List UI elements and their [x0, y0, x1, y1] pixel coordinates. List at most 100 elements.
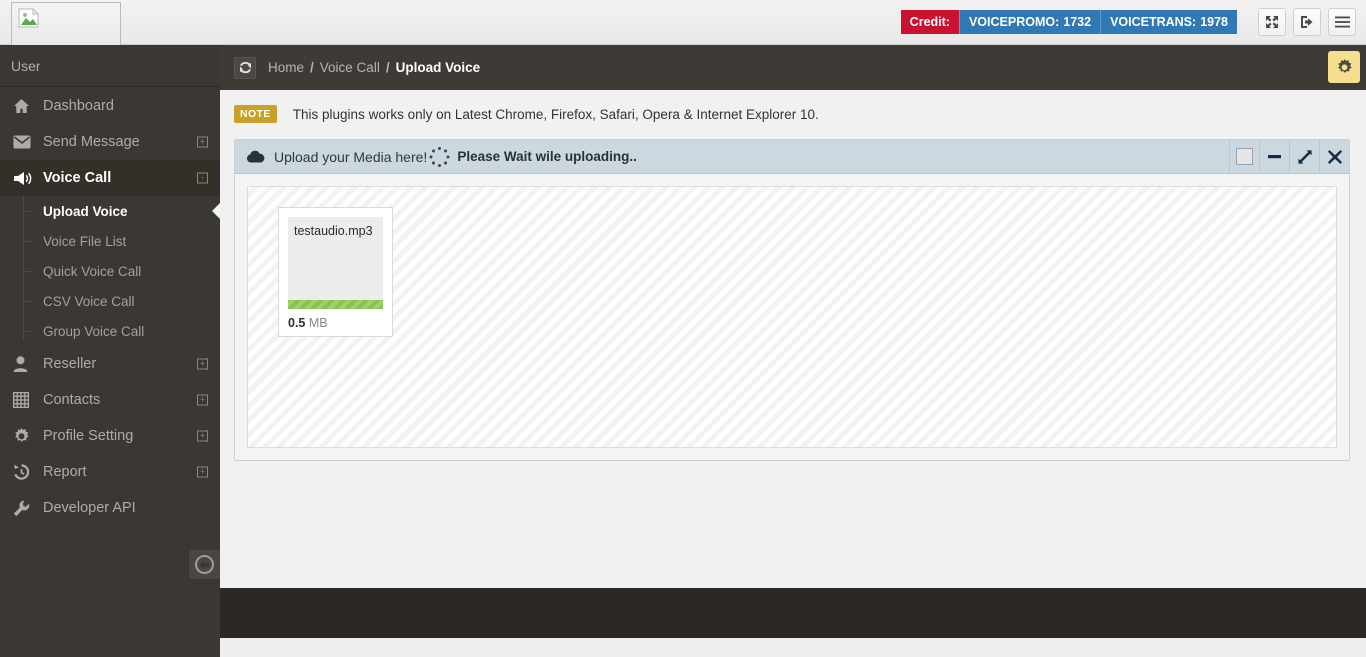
file-size-value: 0.5: [288, 316, 306, 330]
breadcrumb-separator: /: [385, 60, 390, 75]
top-header: Credit: VOICEPROMO: 1732 VOICETRANS: 197…: [0, 0, 1366, 52]
sidebar-nav: Dashboard Send Message + Voice Call - Up…: [0, 87, 221, 526]
user-icon: [13, 356, 39, 372]
sidebar: User Dashboard Send Message + Voice Call…: [0, 45, 221, 657]
sidebar-user[interactable]: User: [0, 45, 220, 87]
sidebar-subitem-label: Quick Voice Call: [43, 263, 142, 279]
credit-label-badge: Credit:: [900, 10, 959, 34]
refresh-icon: [239, 61, 251, 74]
breadcrumb-home[interactable]: Home: [268, 60, 304, 75]
upload-file-card[interactable]: testaudio.mp3 0.5 MB: [278, 207, 393, 337]
sidebar-item-reseller[interactable]: Reseller +: [0, 346, 220, 382]
footer-bar: [220, 588, 1366, 638]
expand-toggle-icon[interactable]: +: [197, 394, 208, 406]
voicepromo-value: 1732: [1063, 14, 1092, 29]
sidebar-item-label: Report: [43, 464, 87, 480]
arrow-left-circle-icon: [195, 555, 214, 574]
expand-toggle-icon[interactable]: +: [197, 358, 208, 370]
sidebar-subitem-csv-voice-call[interactable]: CSV Voice Call: [0, 286, 220, 316]
sidebar-item-profile-setting[interactable]: Profile Setting +: [0, 418, 220, 454]
home-icon: [13, 98, 39, 114]
credit-badges: Credit: VOICEPROMO: 1732 VOICETRANS: 197…: [900, 10, 1237, 34]
sidebar-subitem-label: Voice File List: [43, 233, 127, 249]
upload-progress-bar: [288, 300, 383, 309]
table-icon: [13, 392, 39, 408]
broken-image-icon: [18, 8, 39, 28]
note-badge: NOTE: [234, 105, 277, 123]
fullscreen-button[interactable]: [1258, 8, 1286, 36]
sidebar-collapse-button[interactable]: [189, 550, 220, 579]
upload-panel-header: Upload your Media here! Please Wait wile…: [235, 140, 1349, 174]
cloud-icon: [246, 150, 265, 163]
panel-tools: [1229, 140, 1349, 173]
panel-expand-button[interactable]: [1289, 140, 1319, 173]
history-icon: [13, 464, 39, 480]
sidebar-item-label: Dashboard: [43, 98, 114, 114]
megaphone-icon: [13, 171, 39, 186]
upload-dropzone[interactable]: testaudio.mp3 0.5 MB: [247, 186, 1337, 448]
header-right-cluster: Credit: VOICEPROMO: 1732 VOICETRANS: 197…: [900, 8, 1356, 36]
sidebar-item-developer-api[interactable]: Developer API: [0, 490, 220, 526]
sidebar-subitem-voice-file-list[interactable]: Voice File List: [0, 226, 220, 256]
sidebar-subitem-upload-voice[interactable]: Upload Voice: [0, 196, 221, 226]
balance-voicetrans[interactable]: VOICETRANS: 1978: [1100, 10, 1237, 34]
voicepromo-label: VOICEPROMO:: [968, 14, 1060, 29]
sidebar-item-label: Voice Call: [43, 170, 112, 186]
sidebar-item-send-message[interactable]: Send Message +: [0, 124, 220, 160]
sidebar-item-label: Send Message: [43, 134, 140, 150]
expand-toggle-icon[interactable]: +: [197, 430, 208, 442]
panel-close-button[interactable]: [1319, 140, 1349, 173]
voice-call-submenu: Upload Voice Voice File List Quick Voice…: [0, 196, 221, 346]
balance-voicepromo[interactable]: VOICEPROMO: 1732: [958, 10, 1101, 34]
loading-spinner-icon: [429, 146, 450, 167]
sidebar-subitem-group-voice-call[interactable]: Group Voice Call: [0, 316, 220, 346]
sidebar-item-dashboard[interactable]: Dashboard: [0, 88, 220, 124]
logout-button[interactable]: [1293, 8, 1321, 36]
page-settings-button[interactable]: [1328, 51, 1360, 83]
sidebar-subitem-label: CSV Voice Call: [43, 293, 135, 309]
sidebar-item-label: Reseller: [43, 356, 97, 372]
expand-toggle-icon[interactable]: +: [197, 466, 208, 478]
refresh-button[interactable]: [234, 56, 256, 79]
note-text: This plugins works only on Latest Chrome…: [292, 106, 819, 122]
breadcrumb-current: Upload Voice: [395, 60, 481, 75]
upload-panel-title: Upload your Media here!: [274, 148, 428, 165]
menu-button[interactable]: [1328, 8, 1356, 36]
expand-icon: [1297, 149, 1312, 164]
sidebar-item-report[interactable]: Report +: [0, 454, 220, 490]
close-icon: [1327, 149, 1342, 164]
sidebar-item-label: Contacts: [43, 392, 101, 408]
sidebar-item-label: Developer API: [43, 500, 136, 516]
sidebar-subitem-label: Upload Voice: [43, 203, 128, 219]
minus-icon: [1268, 155, 1281, 159]
hamburger-icon: [1334, 16, 1350, 28]
collapse-toggle-icon[interactable]: -: [197, 172, 208, 184]
panel-collapse-button[interactable]: [1259, 140, 1289, 173]
voicetrans-value: 1978: [1200, 14, 1228, 29]
credit-label: Credit:: [909, 14, 950, 29]
upload-panel-title-wrap: Upload your Media here! Please Wait wile…: [246, 146, 637, 167]
main-content: Home / Voice Call / Upload Voice NOTE Th…: [220, 45, 1366, 657]
sidebar-item-voice-call[interactable]: Voice Call -: [0, 160, 220, 196]
expand-arrows-icon: [1266, 16, 1278, 28]
square-icon: [1236, 148, 1253, 165]
gear-icon: [1337, 58, 1352, 73]
file-name: testaudio.mp3: [294, 224, 373, 238]
wrench-icon: [13, 500, 39, 517]
breadcrumb: Home / Voice Call / Upload Voice: [268, 60, 480, 75]
panel-config-button[interactable]: [1229, 140, 1259, 173]
note-row: NOTE This plugins works only on Latest C…: [220, 90, 1366, 123]
sidebar-item-label: Profile Setting: [43, 428, 134, 444]
footer-below-strip: [220, 638, 1366, 657]
breadcrumb-bar: Home / Voice Call / Upload Voice: [220, 45, 1366, 90]
gear-icon: [13, 427, 39, 445]
app-root: Credit: VOICEPROMO: 1732 VOICETRANS: 197…: [0, 0, 1366, 657]
file-size: 0.5 MB: [288, 316, 383, 330]
breadcrumb-separator: /: [310, 60, 314, 75]
sidebar-subitem-quick-voice-call[interactable]: Quick Voice Call: [0, 256, 220, 286]
envelope-icon: [13, 135, 39, 149]
logout-icon: [1300, 16, 1313, 28]
breadcrumb-voice-call[interactable]: Voice Call: [320, 60, 380, 75]
sidebar-item-contacts[interactable]: Contacts +: [0, 382, 220, 418]
expand-toggle-icon[interactable]: +: [197, 136, 208, 148]
